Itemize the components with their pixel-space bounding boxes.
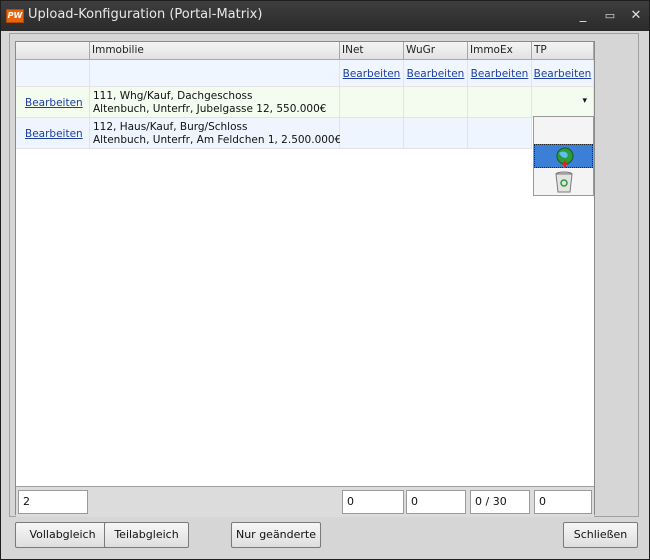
table-row-2-immobilie[interactable]: 112, Haus/Kauf, Burg/Schloss Altenbuch, U… xyxy=(90,118,341,149)
row-1-inet-cell[interactable] xyxy=(340,87,404,118)
full-sync-button[interactable]: Vollabgleich xyxy=(15,522,110,548)
edit-inet-link[interactable]: Bearbeiten xyxy=(343,68,401,80)
table-row-2-edit-cell: Bearbeiten xyxy=(16,118,90,149)
edit-immoex-link[interactable]: Bearbeiten xyxy=(471,68,529,80)
tp-dropdown-list xyxy=(533,116,594,196)
dropdown-option-upload[interactable] xyxy=(534,144,593,168)
partial-sync-button[interactable]: Teilabgleich xyxy=(104,522,189,548)
property-line1: 112, Haus/Kauf, Burg/Schloss xyxy=(93,121,248,133)
tp-total: 0 xyxy=(534,490,592,514)
table-row-1-edit-cell: Bearbeiten xyxy=(16,87,90,118)
edit-column-immoex: Bearbeiten xyxy=(468,60,532,87)
header-blank xyxy=(16,42,90,60)
changed-only-button[interactable]: Nur geänderte xyxy=(231,522,321,548)
row-2-inet-cell[interactable] xyxy=(340,118,404,149)
edit-row-immobilie xyxy=(90,60,340,87)
property-line2: Altenbuch, Unterfr, Jubelgasse 12, 550.0… xyxy=(93,103,327,115)
edit-tp-link[interactable]: Bearbeiten xyxy=(534,68,592,80)
row-1-immoex-cell[interactable] xyxy=(468,87,532,118)
edit-column-tp: Bearbeiten xyxy=(532,60,594,87)
row-1-wugr-cell[interactable] xyxy=(404,87,468,118)
edit-wugr-link[interactable]: Bearbeiten xyxy=(407,68,465,80)
minimize-button[interactable]: _ xyxy=(575,8,591,24)
header-immobilie[interactable]: Immobilie xyxy=(90,42,340,60)
dropdown-option-delete[interactable] xyxy=(534,170,593,194)
upload-config-window: PW Upload-Konfiguration (Portal-Matrix) … xyxy=(0,0,650,560)
wugr-total: 0 xyxy=(406,490,466,514)
property-description: 112, Haus/Kauf, Burg/Schloss Altenbuch, U… xyxy=(93,121,341,147)
row-2-wugr-cell[interactable] xyxy=(404,118,468,149)
title-bar: PW Upload-Konfiguration (Portal-Matrix) … xyxy=(1,1,649,31)
header-tp[interactable]: TP xyxy=(532,42,594,60)
edit-row-1-link[interactable]: Bearbeiten xyxy=(25,97,83,109)
inet-total: 0 xyxy=(342,490,404,514)
recycle-bin-icon xyxy=(555,171,573,193)
table-row-1-immobilie[interactable]: 111, Whg/Kauf, Dachgeschoss Altenbuch, Un… xyxy=(90,87,340,118)
header-wugr[interactable]: WuGr xyxy=(404,42,468,60)
property-line1: 111, Whg/Kauf, Dachgeschoss xyxy=(93,90,253,102)
close-window-button[interactable]: ✕ xyxy=(628,8,644,24)
header-immoex[interactable]: ImmoEx xyxy=(468,42,532,60)
row-count: 2 xyxy=(18,490,88,514)
header-inet[interactable]: INet xyxy=(340,42,404,60)
edit-column-inet: Bearbeiten xyxy=(340,60,404,87)
dropdown-option-empty[interactable] xyxy=(534,119,593,143)
portal-matrix-grid: Immobilie INet WuGr ImmoEx TP Bearbeiten… xyxy=(15,41,595,517)
maximize-button[interactable]: ▭ xyxy=(602,8,618,24)
edit-row-blank xyxy=(16,60,90,87)
edit-row-2-link[interactable]: Bearbeiten xyxy=(25,128,83,140)
row-2-immoex-cell[interactable] xyxy=(468,118,532,149)
chevron-down-icon[interactable]: ▾ xyxy=(582,96,587,106)
property-description: 111, Whg/Kauf, Dachgeschoss Altenbuch, Un… xyxy=(93,90,326,116)
globe-upload-icon xyxy=(556,147,574,168)
edit-column-wugr: Bearbeiten xyxy=(404,60,468,87)
window-title: Upload-Konfiguration (Portal-Matrix) xyxy=(28,7,263,22)
immoex-total: 0 / 30 xyxy=(470,490,530,514)
row-1-tp-combobox[interactable]: ▾ xyxy=(532,87,594,118)
property-line2: Altenbuch, Unterfr, Am Feldchen 1, 2.500… xyxy=(93,134,342,146)
app-logo-icon: PW xyxy=(6,9,24,23)
close-button[interactable]: Schließen xyxy=(563,522,638,548)
